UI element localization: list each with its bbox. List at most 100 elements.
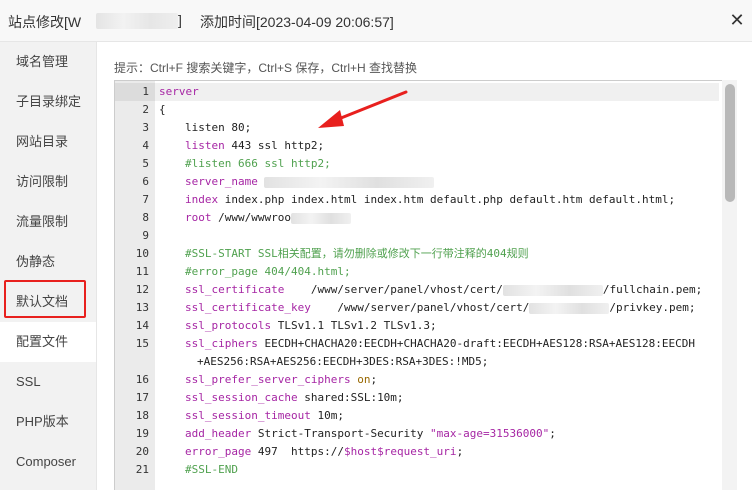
code-comment: #listen 666 ssl http2; — [185, 157, 331, 170]
line-number: 14 — [135, 319, 149, 332]
title-site-prefix: 站点修改[W — [8, 14, 82, 30]
code-keyword: server_name — [185, 175, 258, 188]
redacted-root-path — [290, 212, 351, 224]
sidebar-item-config-file[interactable]: 配置文件 — [0, 322, 96, 362]
line-number: 20 — [135, 445, 149, 458]
code-keyword: ssl_prefer_server_ciphers — [185, 373, 351, 386]
line-number: 1 — [142, 85, 149, 98]
code-line: 7 index index.php index.html index.htm d… — [115, 191, 723, 209]
line-number: 16 — [135, 373, 149, 386]
code-text: root /www/wwwroo — [185, 209, 351, 227]
code-keyword: listen — [185, 139, 225, 152]
code-text: listen 443 ssl http2; — [185, 137, 324, 155]
config-code-editor[interactable]: 1 server 2 { 3 listen 80; 4 listen 443 s… — [114, 80, 737, 490]
code-line: 10 #SSL-START SSL相关配置，请勿删除或修改下一行带注释的404规… — [115, 245, 723, 263]
code-value: index.php index.html index.htm default.p… — [218, 193, 676, 206]
code-line: 17 ssl_session_cache shared:SSL:10m; — [115, 389, 723, 407]
code-keyword: index — [185, 193, 219, 206]
sidebar-item-access-limit[interactable]: 访问限制 — [0, 162, 96, 202]
code-line: 11 #error_page 404/404.html; — [115, 263, 723, 281]
title-added-time: 添加时间[2023-04-09 20:06:57] — [200, 14, 394, 30]
sidebar-item-site-directory[interactable]: 网站目录 — [0, 122, 96, 162]
title-redacted-site-name — [96, 13, 178, 29]
sidebar-item-composer[interactable]: Composer — [0, 442, 96, 482]
code-keyword: ssl_certificate_key — [185, 301, 311, 314]
code-value: TLSv1.1 TLSv1.2 TLSv1.3; — [271, 319, 437, 332]
code-line: 20 error_page 497 https://$host$request_… — [115, 443, 723, 461]
code-value: ; — [456, 445, 464, 458]
title-bracket: ] — [178, 12, 182, 28]
code-keyword: listen — [185, 121, 225, 134]
code-keyword: ssl_ciphers — [185, 337, 258, 350]
code-line: 3 listen 80; — [115, 119, 723, 137]
code-value: EECDH+CHACHA20:EECDH+CHACHA20-draft:EECD… — [257, 337, 695, 350]
line-number: 17 — [135, 391, 149, 404]
code-line: 5 #listen 666 ssl http2; — [115, 155, 723, 173]
code-keyword: ssl_session_cache — [185, 391, 298, 404]
code-value: 80; — [224, 121, 252, 134]
settings-sidebar: 域名管理 子目录绑定 网站目录 访问限制 流量限制 伪静态 默认文档 配置文件 … — [0, 42, 97, 490]
code-variable: $host — [343, 445, 378, 458]
line-number: 11 — [135, 265, 149, 278]
code-line: 4 listen 443 ssl http2; — [115, 137, 723, 155]
code-line: 1 server — [115, 83, 723, 101]
line-number: 15 — [135, 337, 149, 350]
code-text: listen 80; — [185, 119, 251, 137]
code-value: /fullchain.pem; — [602, 283, 703, 296]
redacted-key-domain — [529, 302, 610, 314]
code-text: { — [159, 103, 166, 116]
redacted-cert-domain — [502, 284, 603, 296]
code-keyword: ssl_certificate — [185, 283, 285, 296]
code-line: 21 #SSL-END — [115, 461, 723, 479]
sidebar-item-default-doc[interactable]: 默认文档 — [0, 282, 96, 322]
line-number: 10 — [135, 247, 149, 260]
code-string: "max-age=31536000" — [430, 427, 550, 440]
code-text: server — [159, 85, 199, 98]
code-value: 497 https:// — [251, 445, 344, 458]
code-text: ssl_ciphers EECDH+CHACHA20:EECDH+CHACHA2… — [185, 335, 695, 371]
redacted-server-name — [264, 176, 435, 188]
code-value: 10m; — [310, 409, 344, 422]
code-keyword: root — [185, 211, 212, 224]
code-value: on — [350, 373, 371, 386]
line-number: 12 — [135, 283, 149, 296]
line-number: 8 — [142, 211, 149, 224]
code-text: ssl_prefer_server_ciphers on; — [185, 371, 377, 389]
line-number: 19 — [135, 427, 149, 440]
code-text: add_header Strict-Transport-Security "ma… — [185, 425, 556, 443]
code-line: 19 add_header Strict-Transport-Security … — [115, 425, 723, 443]
code-value: 443 ssl http2; — [224, 139, 325, 152]
sidebar-item-rewrite[interactable]: 伪静态 — [0, 242, 96, 282]
code-line: 9 — [115, 227, 723, 245]
code-line: 6 server_name — [115, 173, 723, 191]
code-text: error_page 497 https://$host$request_uri… — [185, 443, 463, 461]
code-value — [258, 175, 265, 188]
code-value: Strict-Transport-Security — [251, 427, 431, 440]
dialog-titlebar: 站点修改[W ] 添加时间[2023-04-09 20:06:57] ✕ — [0, 0, 752, 42]
code-line: 12 ssl_certificate /www/server/panel/vho… — [115, 281, 723, 299]
sidebar-item-php-version[interactable]: PHP版本 — [0, 402, 96, 442]
line-number: 7 — [142, 193, 149, 206]
line-number: 6 — [142, 175, 149, 188]
editor-scrollbar-thumb[interactable] — [725, 84, 735, 202]
code-text: ssl_session_timeout 10m; — [185, 407, 344, 425]
code-text: ssl_session_cache shared:SSL:10m; — [185, 389, 404, 407]
line-number: 4 — [142, 139, 149, 152]
line-number: 18 — [135, 409, 149, 422]
line-number: 5 — [142, 157, 149, 170]
sidebar-item-subdirectory[interactable]: 子目录绑定 — [0, 82, 96, 122]
line-number: 13 — [135, 301, 149, 314]
code-line: 8 root /www/wwwroo — [115, 209, 723, 227]
code-value: /www/wwwroo — [211, 211, 291, 224]
sidebar-item-domain[interactable]: 域名管理 — [0, 42, 96, 82]
code-line: 14 ssl_protocols TLSv1.1 TLSv1.2 TLSv1.3… — [115, 317, 723, 335]
code-value: /www/server/panel/vhost/cert/ — [310, 301, 530, 314]
code-comment: #SSL-START SSL相关配置，请勿删除或修改下一行带注释的404规则 — [185, 247, 529, 260]
sidebar-item-traffic-limit[interactable]: 流量限制 — [0, 202, 96, 242]
code-text: server_name — [185, 173, 435, 191]
close-icon[interactable]: ✕ — [728, 10, 746, 30]
sidebar-item-ssl[interactable]: SSL — [0, 362, 96, 402]
code-line: 2 { — [115, 101, 723, 119]
code-line: 18 ssl_session_timeout 10m; — [115, 407, 723, 425]
line-number: 3 — [142, 121, 149, 134]
